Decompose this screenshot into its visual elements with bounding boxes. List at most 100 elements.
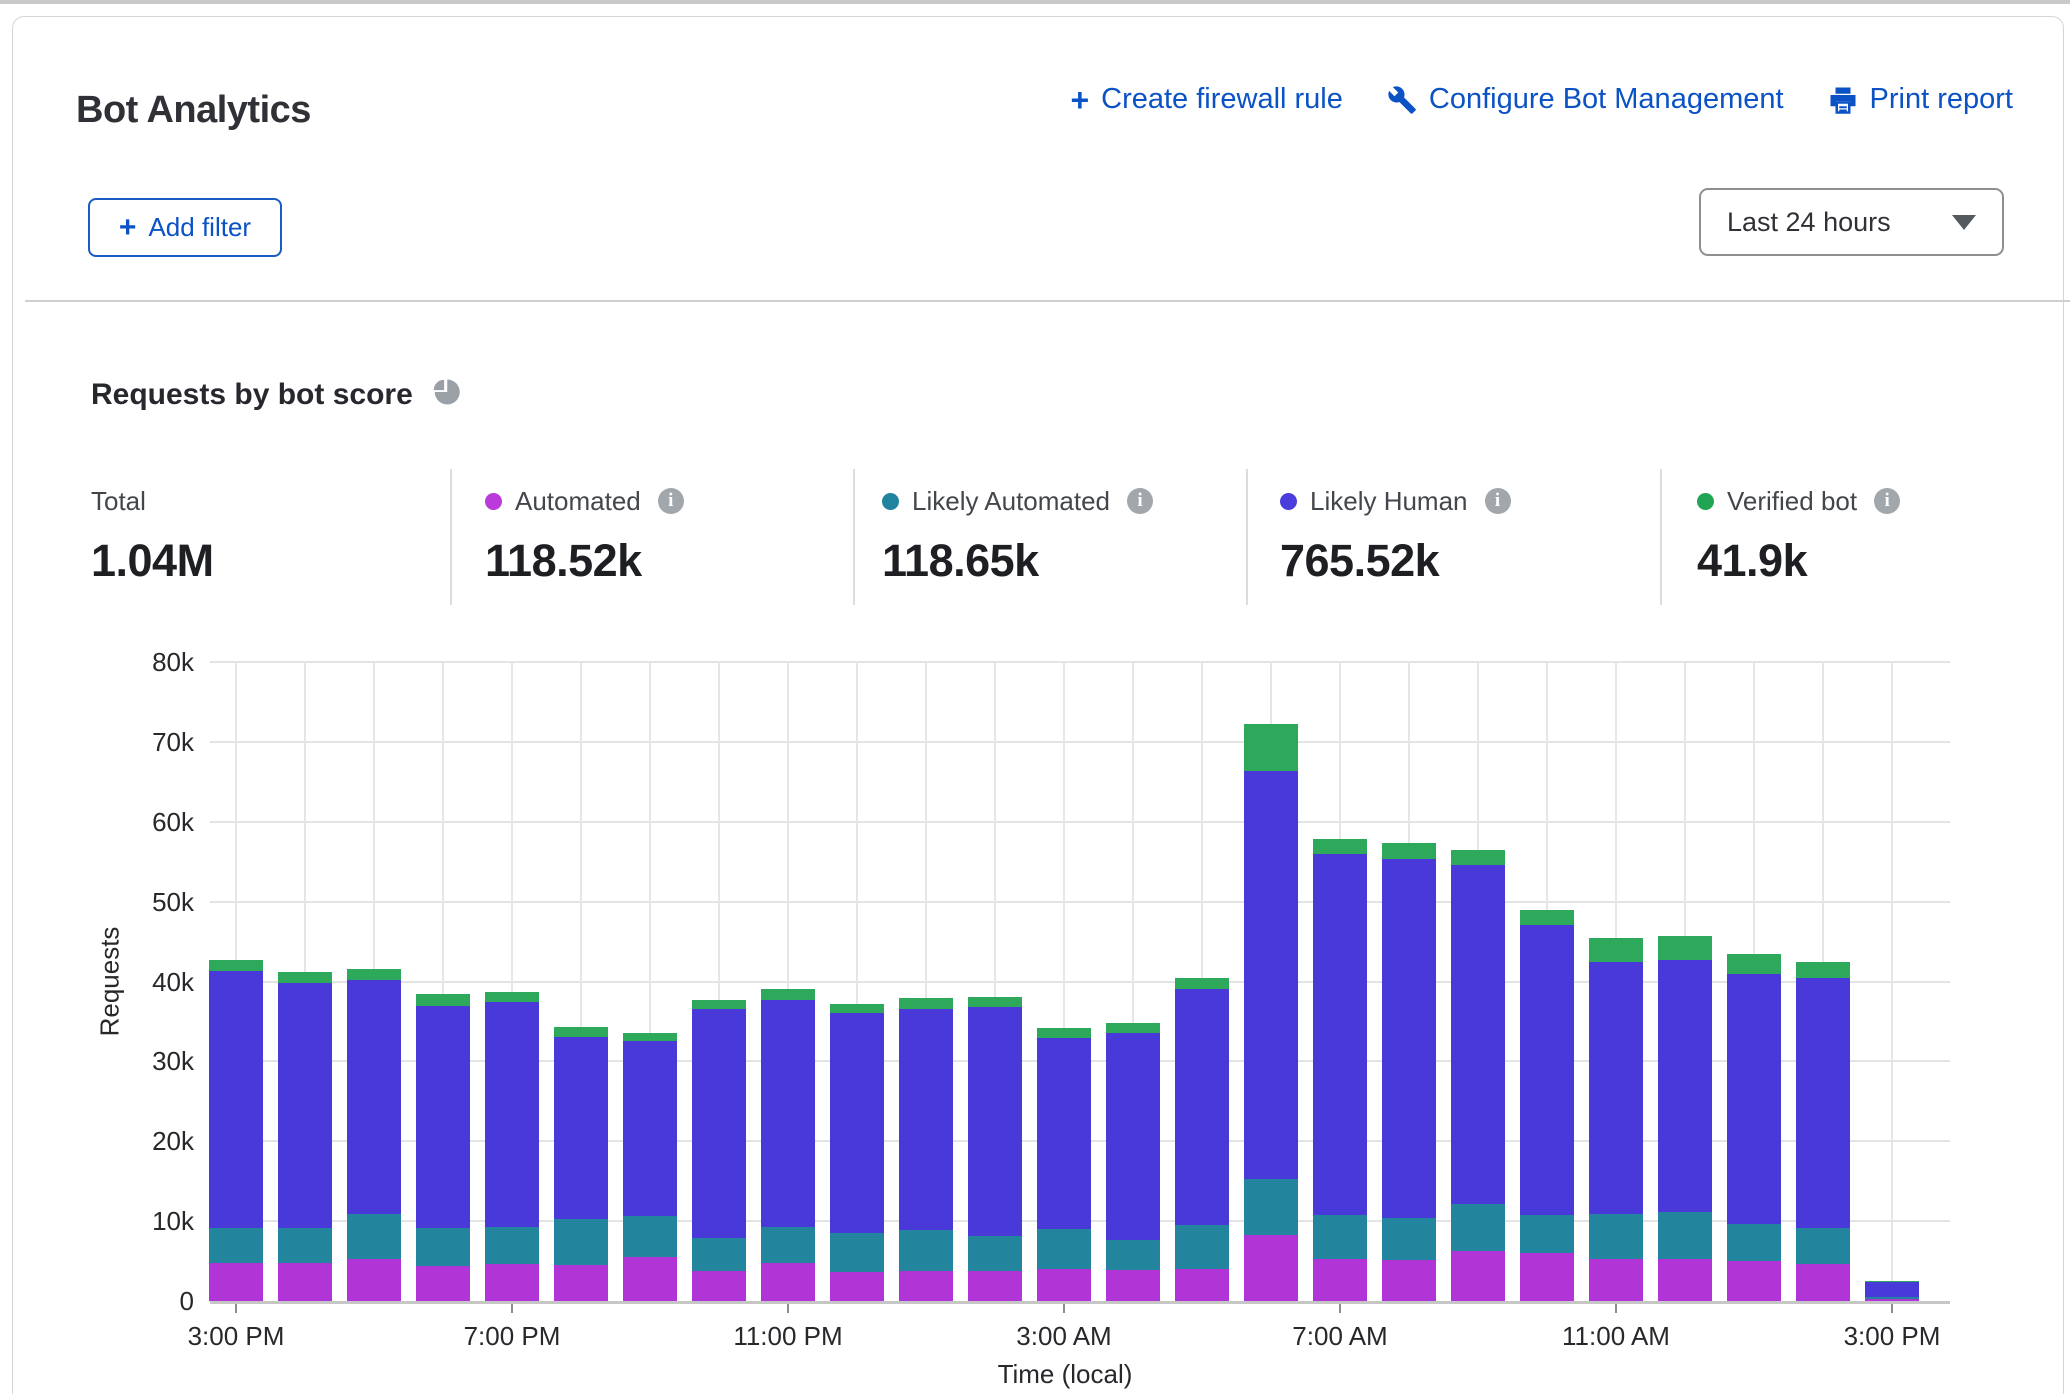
bar-segment-likely-automated[interactable]	[1865, 1297, 1919, 1299]
bar-segment-likely-human[interactable]	[1796, 978, 1850, 1227]
bar-segment-likely-human[interactable]	[830, 1013, 884, 1233]
bar-segment-verified-bot[interactable]	[278, 972, 332, 983]
bar-segment-likely-human[interactable]	[1313, 854, 1367, 1215]
bar-segment-automated[interactable]	[416, 1266, 470, 1301]
bar-segment-verified-bot[interactable]	[416, 994, 470, 1006]
bar-segment-likely-automated[interactable]	[1244, 1179, 1298, 1235]
bar-segment-verified-bot[interactable]	[1382, 843, 1436, 859]
bar-segment-verified-bot[interactable]	[623, 1033, 677, 1041]
bar-segment-verified-bot[interactable]	[830, 1004, 884, 1014]
bar-segment-likely-human[interactable]	[1658, 960, 1712, 1212]
bar-segment-verified-bot[interactable]	[1727, 954, 1781, 974]
bar-segment-likely-human[interactable]	[623, 1041, 677, 1216]
time-range-select[interactable]: Last 24 hours	[1699, 188, 2004, 256]
bar-segment-verified-bot[interactable]	[1106, 1023, 1160, 1033]
bar-segment-likely-automated[interactable]	[347, 1214, 401, 1260]
bar-segment-verified-bot[interactable]	[1175, 978, 1229, 989]
bar-segment-likely-automated[interactable]	[761, 1227, 815, 1264]
bar-segment-likely-human[interactable]	[692, 1009, 746, 1237]
print-report-link[interactable]: Print report	[1828, 83, 2013, 116]
bar-segment-verified-bot[interactable]	[1658, 936, 1712, 960]
bar-segment-likely-human[interactable]	[899, 1009, 953, 1230]
bar-segment-automated[interactable]	[1451, 1251, 1505, 1301]
bar-segment-likely-automated[interactable]	[278, 1228, 332, 1263]
bar-segment-verified-bot[interactable]	[1037, 1028, 1091, 1038]
bar-segment-likely-automated[interactable]	[1037, 1229, 1091, 1269]
create-firewall-rule-link[interactable]: + Create firewall rule	[1070, 83, 1342, 116]
bar-segment-likely-human[interactable]	[278, 983, 332, 1227]
bar-segment-likely-human[interactable]	[1727, 974, 1781, 1225]
bar-segment-verified-bot[interactable]	[899, 998, 953, 1008]
bar-segment-automated[interactable]	[761, 1263, 815, 1301]
bar-segment-likely-human[interactable]	[554, 1037, 608, 1219]
configure-bot-management-link[interactable]: Configure Bot Management	[1387, 83, 1784, 116]
bar-segment-verified-bot[interactable]	[485, 992, 539, 1002]
bar-segment-automated[interactable]	[1865, 1299, 1919, 1301]
bar-segment-automated[interactable]	[209, 1263, 263, 1301]
bar-segment-likely-human[interactable]	[1382, 859, 1436, 1218]
bar-segment-likely-automated[interactable]	[899, 1230, 953, 1272]
bar-segment-likely-automated[interactable]	[1796, 1228, 1850, 1265]
bar-segment-automated[interactable]	[1727, 1261, 1781, 1301]
bar-segment-likely-automated[interactable]	[416, 1228, 470, 1266]
bar-segment-likely-automated[interactable]	[692, 1238, 746, 1272]
bar-segment-verified-bot[interactable]	[692, 1000, 746, 1010]
bar-segment-likely-human[interactable]	[1244, 771, 1298, 1179]
bar-segment-verified-bot[interactable]	[1865, 1281, 1919, 1282]
info-icon[interactable]: i	[1874, 488, 1900, 514]
bar-segment-automated[interactable]	[278, 1263, 332, 1301]
bar-segment-likely-automated[interactable]	[1589, 1214, 1643, 1259]
bar-segment-automated[interactable]	[1244, 1235, 1298, 1301]
info-icon[interactable]: i	[1485, 488, 1511, 514]
bar-segment-verified-bot[interactable]	[1313, 839, 1367, 853]
bar-segment-likely-human[interactable]	[416, 1006, 470, 1228]
bar-segment-likely-automated[interactable]	[1451, 1204, 1505, 1250]
bar-segment-likely-human[interactable]	[1520, 925, 1574, 1215]
bar-segment-likely-automated[interactable]	[623, 1216, 677, 1257]
bar-segment-automated[interactable]	[899, 1271, 953, 1301]
bar-segment-likely-automated[interactable]	[1658, 1212, 1712, 1260]
bar-segment-verified-bot[interactable]	[554, 1027, 608, 1037]
bar-segment-automated[interactable]	[1589, 1259, 1643, 1301]
bar-segment-likely-automated[interactable]	[1313, 1215, 1367, 1259]
bar-segment-automated[interactable]	[830, 1272, 884, 1301]
bar-segment-automated[interactable]	[623, 1257, 677, 1301]
bar-segment-likely-human[interactable]	[485, 1002, 539, 1226]
bar-segment-likely-human[interactable]	[1037, 1038, 1091, 1229]
bar-segment-verified-bot[interactable]	[1451, 850, 1505, 865]
bar-segment-automated[interactable]	[1382, 1260, 1436, 1301]
bar-segment-likely-automated[interactable]	[968, 1236, 1022, 1270]
bar-segment-automated[interactable]	[968, 1271, 1022, 1301]
bar-segment-automated[interactable]	[1796, 1264, 1850, 1301]
bar-segment-likely-automated[interactable]	[830, 1233, 884, 1272]
bar-segment-likely-automated[interactable]	[1727, 1224, 1781, 1261]
bar-segment-verified-bot[interactable]	[1589, 938, 1643, 962]
bar-segment-likely-automated[interactable]	[554, 1219, 608, 1265]
bar-segment-automated[interactable]	[692, 1271, 746, 1301]
bar-segment-likely-automated[interactable]	[1382, 1218, 1436, 1260]
bar-segment-likely-automated[interactable]	[209, 1228, 263, 1264]
add-filter-button[interactable]: + Add filter	[88, 198, 282, 257]
info-icon[interactable]: i	[1127, 488, 1153, 514]
bar-segment-automated[interactable]	[1658, 1259, 1712, 1301]
bar-segment-verified-bot[interactable]	[1796, 962, 1850, 978]
bar-segment-likely-human[interactable]	[761, 1000, 815, 1227]
bar-segment-likely-human[interactable]	[347, 980, 401, 1214]
bar-segment-automated[interactable]	[1520, 1253, 1574, 1301]
bar-segment-verified-bot[interactable]	[347, 969, 401, 980]
bar-segment-automated[interactable]	[554, 1265, 608, 1301]
bar-segment-likely-automated[interactable]	[485, 1227, 539, 1265]
bar-segment-automated[interactable]	[1037, 1269, 1091, 1301]
bar-segment-likely-automated[interactable]	[1106, 1240, 1160, 1270]
bar-segment-likely-human[interactable]	[1451, 865, 1505, 1204]
bar-segment-likely-human[interactable]	[1175, 989, 1229, 1225]
bar-segment-automated[interactable]	[1106, 1270, 1160, 1301]
bar-segment-likely-human[interactable]	[1106, 1033, 1160, 1240]
bar-segment-verified-bot[interactable]	[209, 960, 263, 971]
bar-segment-automated[interactable]	[1313, 1259, 1367, 1301]
bar-segment-verified-bot[interactable]	[968, 997, 1022, 1007]
bar-segment-verified-bot[interactable]	[761, 989, 815, 1000]
bar-segment-likely-automated[interactable]	[1520, 1215, 1574, 1253]
bar-segment-verified-bot[interactable]	[1520, 910, 1574, 925]
bar-segment-likely-human[interactable]	[1589, 962, 1643, 1214]
